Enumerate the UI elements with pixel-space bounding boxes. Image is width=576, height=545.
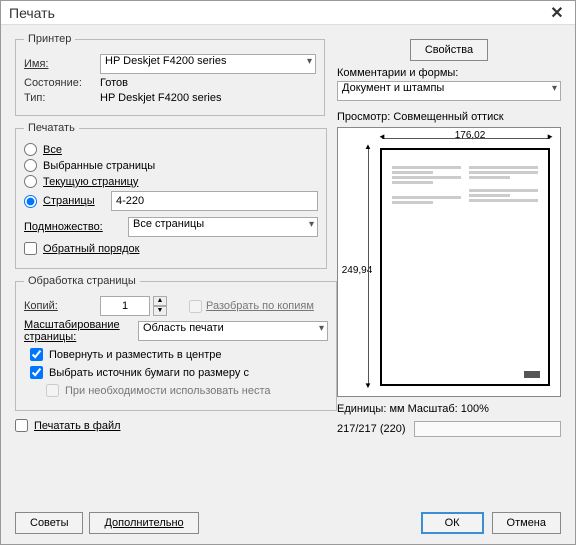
tips-button[interactable]: Советы [15,512,83,534]
page-handling-group: Обработка страницы Копий: ▲ ▼ Разобрать … [15,275,337,411]
forms-combo[interactable]: Документ и штампы [337,81,561,101]
status-value: Готов [100,77,128,89]
radio-current[interactable] [24,175,37,188]
status-label: Состояние: [24,77,96,89]
source-checkbox[interactable] [30,366,43,379]
printer-group: Принтер Имя: HP Deskjet F4200 series Сос… [15,33,325,116]
dialog-title: Печать [9,5,547,21]
rotate-checkbox[interactable] [30,348,43,361]
handling-legend: Обработка страницы [24,275,140,287]
page-number-mark [524,371,540,378]
print-dialog: Печать ✕ Принтер Имя: HP Deskjet F4200 s… [0,0,576,545]
nonstd-label: При необходимости использовать неста [65,385,271,397]
type-value: HP Deskjet F4200 series [100,92,221,104]
page-preview [380,148,550,386]
close-icon[interactable]: ✕ [547,3,567,23]
radio-pages-label: Страницы [43,195,105,207]
reverse-label: Обратный порядок [43,243,139,255]
scaling-label: Масштабирование страницы: [24,319,134,343]
scaling-combo[interactable]: Область печати [138,321,328,341]
print-to-file-label: Печатать в файл [34,420,121,432]
collate-label: Разобрать по копиям [206,300,314,312]
pages-field[interactable] [111,191,318,211]
height-arrow-icon [368,146,369,386]
reverse-checkbox[interactable] [24,242,37,255]
forms-label: Комментарии и формы: [337,67,561,79]
printer-legend: Принтер [24,33,75,45]
copies-label: Копий: [24,300,96,312]
radio-selected-label: Выбранные страницы [43,160,155,172]
nonstd-checkbox [46,384,59,397]
print-range-group: Печатать Все Выбранные страницы Текущую … [15,122,327,269]
collate-checkbox [189,300,202,313]
subset-label: Подмножество: [24,221,124,233]
width-arrow-icon [382,138,550,139]
preview-area: 176,02 249,94 [337,127,561,397]
titlebar: Печать ✕ [1,1,575,25]
radio-pages[interactable] [24,195,37,208]
radio-selected[interactable] [24,159,37,172]
ok-button[interactable]: ОК [421,512,484,534]
subset-combo[interactable]: Все страницы [128,217,318,237]
page-status: 217/217 (220) [337,423,406,435]
print-to-file-checkbox[interactable] [15,419,28,432]
units-label: Единицы: мм Масштаб: 100% [337,403,561,415]
printer-name-combo[interactable]: HP Deskjet F4200 series [100,54,316,74]
radio-all-label: Все [43,144,62,156]
radio-all[interactable] [24,143,37,156]
range-legend: Печатать [24,122,79,134]
spin-down-icon[interactable]: ▼ [153,306,167,316]
advanced-button[interactable]: Дополнительно [89,512,198,534]
preview-title: Просмотр: Совмещенный оттиск [337,111,561,123]
radio-current-label: Текущую страницу [43,176,138,188]
source-label: Выбрать источник бумаги по размеру с [49,367,249,379]
copies-spinner[interactable] [100,296,150,316]
spin-up-icon[interactable]: ▲ [153,296,167,306]
name-label: Имя: [24,58,96,70]
properties-button[interactable]: Свойства [410,39,488,61]
type-label: Тип: [24,92,96,104]
progress-bar [414,421,562,437]
rotate-label: Повернуть и разместить в центре [49,349,221,361]
width-dimension: 176,02 [390,130,550,141]
cancel-button[interactable]: Отмена [492,512,561,534]
